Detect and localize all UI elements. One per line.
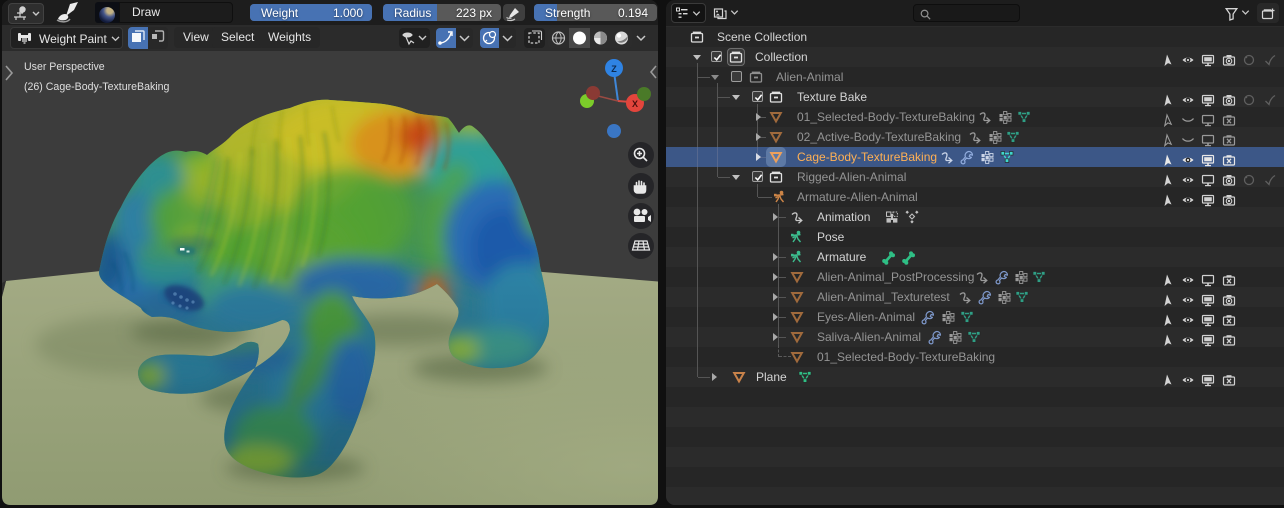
svg-text:Z: Z [611,64,617,74]
svg-text:(26) Cage-Body-TextureBaking: (26) Cage-Body-TextureBaking [24,81,170,93]
svg-text:X: X [632,99,638,109]
svg-text:User Perspective: User Perspective [24,61,105,73]
